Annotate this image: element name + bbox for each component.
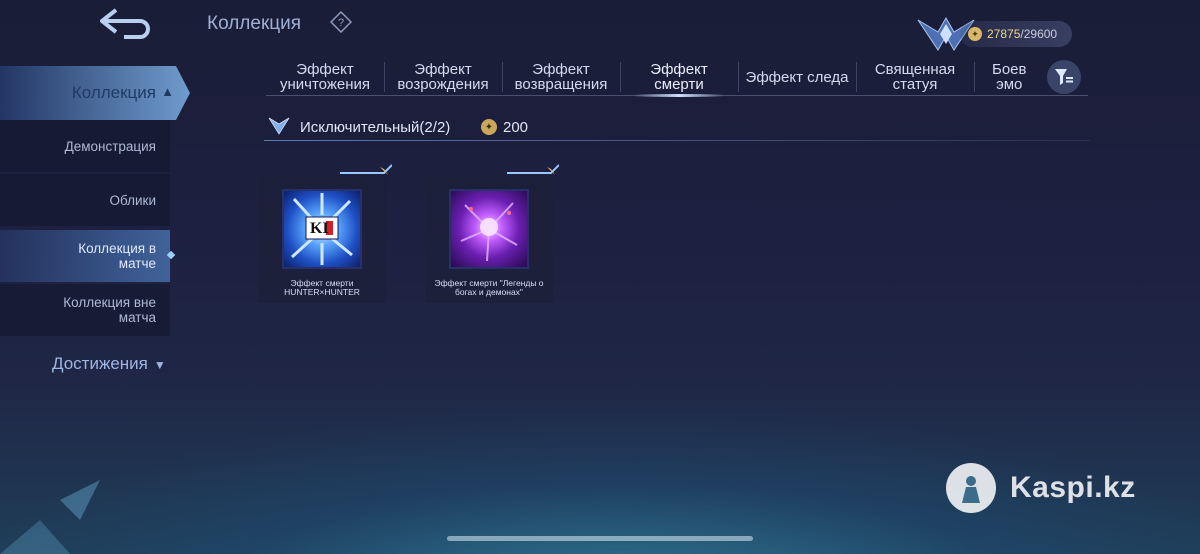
filter-button[interactable]	[1047, 60, 1081, 94]
sidebar-item-label: Облики	[109, 192, 157, 208]
sidebar-main-label: Коллекция	[71, 83, 156, 102]
rarity-corner-icon	[507, 164, 559, 175]
coin-icon: ✦	[968, 27, 982, 41]
sidebar-item-out-match-collection[interactable]: Коллекция вне матча	[0, 284, 170, 336]
currency-value: 27875	[987, 27, 1021, 41]
sidebar-item-label: Коллекция вне матча	[63, 295, 156, 325]
home-indicator[interactable]	[447, 536, 753, 541]
card-label: Эффект смерти "Легенды о богах и демонах"	[434, 278, 544, 297]
chevron-up-icon: ▲	[161, 84, 174, 99]
tab-sacred-statue[interactable]: Священная статуя	[856, 58, 974, 96]
sidebar-item-showcase[interactable]: Демонстрация	[0, 120, 170, 172]
rarity-icon	[268, 116, 290, 136]
back-arrow-icon	[100, 8, 150, 39]
sidebar-item-label: Демонстрация	[64, 138, 156, 154]
back-button[interactable]	[88, 4, 160, 42]
effect-thumbnail	[449, 189, 529, 269]
page-title: Коллекция	[207, 13, 302, 34]
section-points: 200	[503, 119, 529, 136]
collection-card[interactable]: Эффект смерти "Легенды о богах и демонах"	[425, 164, 559, 303]
tab-recall-effect[interactable]: Эффект возвращения	[502, 58, 620, 96]
divider	[264, 140, 1090, 141]
filter-icon	[1055, 69, 1073, 85]
sidebar-item-in-match-collection[interactable]: Коллекция в матче	[0, 230, 170, 282]
decorative-crystal-icon	[0, 480, 100, 554]
tab-death-effect[interactable]: Эффект смерти	[620, 58, 738, 97]
card-label: Эффект смерти HUNTER×HUNTER	[284, 278, 360, 297]
collection-card[interactable]: KI Эффект смерти HUNTER×HUNTER	[258, 164, 392, 303]
rarity-corner-icon	[340, 164, 392, 175]
currency-display: ✦ 27875/29600	[960, 21, 1072, 47]
effect-tabs: Эффект уничтожения Эффект возрождения Эффе…	[266, 58, 1088, 97]
currency-max: 29600	[1023, 27, 1058, 41]
watermark-text: Kaspi.kz	[1010, 471, 1136, 504]
watermark: Kaspi.kz	[946, 463, 1136, 513]
tab-respawn-effect[interactable]: Эффект возрождения	[384, 58, 502, 96]
kaspi-logo-icon	[946, 463, 996, 513]
sidebar-item-collection[interactable]: Коллекция ▲	[0, 66, 190, 120]
sidebar-item-achievements[interactable]: Достижения ▼	[52, 354, 166, 374]
thumbnail-text: KI	[310, 220, 329, 237]
section-title: Исключительный(2/2)	[300, 119, 451, 136]
coin-icon: ✦	[481, 119, 497, 135]
effect-thumbnail: KI	[282, 189, 362, 269]
sidebar-item-label: Достижения	[52, 354, 148, 373]
tab-destruction-effect[interactable]: Эффект уничтожения	[266, 58, 384, 96]
tab-trail-effect[interactable]: Эффект следа	[738, 58, 856, 96]
tab-battle-emote[interactable]: Боев эмо	[974, 58, 1032, 96]
svg-text:?: ?	[338, 17, 344, 29]
chevron-down-icon: ▼	[153, 358, 166, 372]
sidebar-item-label: Коллекция в матче	[78, 241, 156, 271]
sidebar-item-skins[interactable]: Облики	[0, 174, 170, 226]
help-icon[interactable]: ?	[329, 10, 353, 34]
